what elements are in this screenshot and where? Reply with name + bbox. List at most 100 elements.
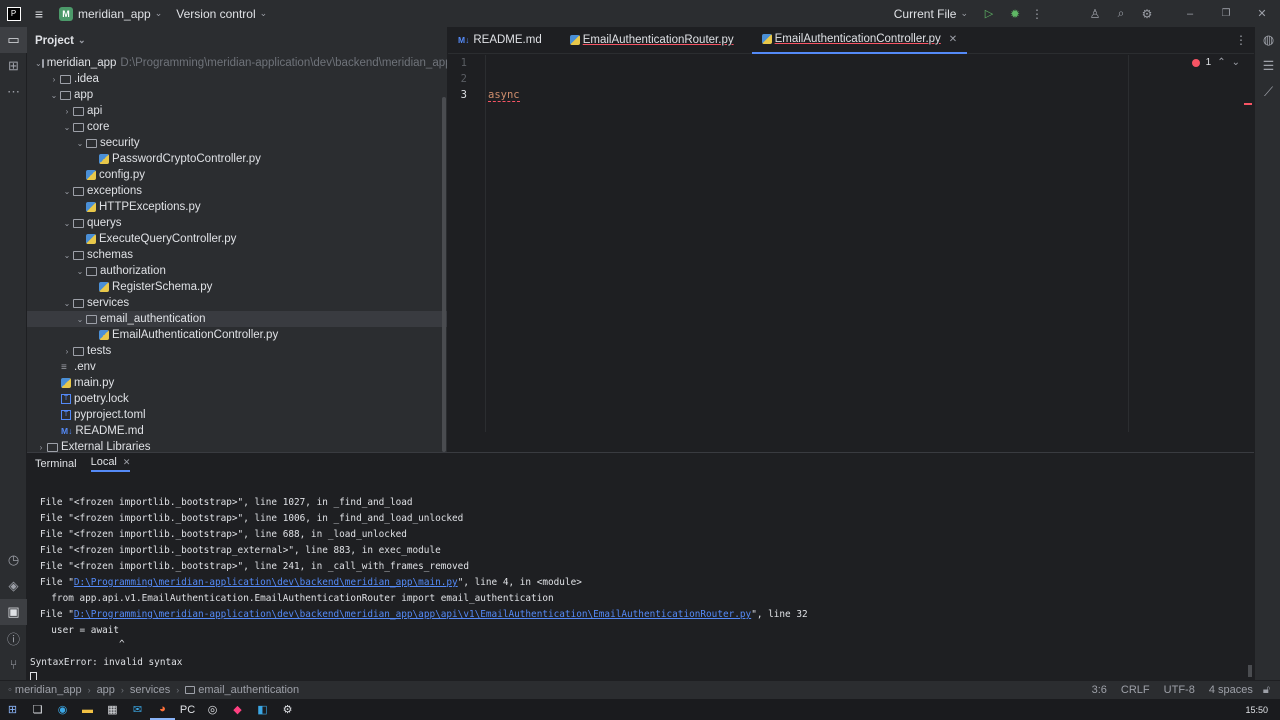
task-view-icon[interactable]: ❏ [25, 699, 50, 720]
settings-icon[interactable]: ⚙ [275, 699, 300, 720]
store-icon[interactable]: ▦ [100, 699, 125, 720]
chevron-up-icon[interactable]: ⌃ [1217, 57, 1225, 68]
start-menu-icon[interactable]: ⊞ [0, 699, 25, 720]
search-icon[interactable]: ⌕ [1108, 0, 1134, 27]
tree-item-registerschema[interactable]: RegisterSchema.py [27, 279, 447, 295]
tree-item-core[interactable]: ⌄ core [27, 119, 447, 135]
breadcrumb-item[interactable]: app [97, 684, 115, 696]
project-panel-header[interactable]: Project ⌄ [27, 27, 447, 54]
file-link-main[interactable]: D:\Programming\meridian-application\dev\… [74, 577, 458, 588]
file-encoding[interactable]: UTF-8 [1164, 684, 1195, 696]
tree-item-executequerycontroller[interactable]: ExecuteQueryController.py [27, 231, 447, 247]
more-actions-icon[interactable]: ⋮ [1026, 0, 1048, 27]
vcs-menu[interactable]: Version control ⌄ [176, 0, 267, 27]
git-branch-icon[interactable]: ⑂ [0, 651, 27, 677]
tree-item-api[interactable]: › api [27, 103, 447, 119]
chevron-down-icon[interactable]: ⌄ [1232, 57, 1240, 68]
tree-item-idea[interactable]: › .idea [27, 71, 447, 87]
close-tab-icon[interactable]: ✕ [123, 457, 131, 467]
tree-item-label: schemas [87, 249, 134, 261]
project-switcher[interactable]: M meridian_app ⌄ [59, 0, 162, 27]
services-icon[interactable]: ◷ [0, 547, 27, 573]
tree-root[interactable]: ⌄ meridian_app D:\Programming\meridian-a… [27, 55, 447, 71]
tree-item-passwordcryptocontroller[interactable]: PasswordCryptoController.py [27, 151, 447, 167]
caret-position[interactable]: 3:6 [1092, 684, 1107, 696]
maximize-window-icon[interactable]: ❐ [1208, 0, 1244, 27]
edge-browser-icon[interactable]: ◉ [50, 699, 75, 720]
terminal-line: File "D:\Programming\meridian-applicatio… [30, 575, 1244, 591]
code-area[interactable]: async [488, 55, 1254, 432]
terminal-line: File "<frozen importlib._bootstrap>", li… [40, 529, 407, 540]
tree-item-httpexceptions[interactable]: HTTPExceptions.py [27, 199, 447, 215]
tab-readme[interactable]: M↓ README.md [448, 27, 552, 54]
breadcrumb-item[interactable]: email_authentication [198, 684, 299, 696]
notifications-icon[interactable]: ◍ [1255, 27, 1280, 53]
tab-emailauthenticationrouter[interactable]: EmailAuthenticationRouter.py [560, 27, 744, 54]
tab-options-icon[interactable]: ⋮ [1228, 33, 1254, 47]
debug-icon[interactable]: ✹ [1004, 0, 1026, 27]
tree-item-poetry-lock[interactable]: T poetry.lock [27, 391, 447, 407]
project-scrollbar[interactable] [442, 97, 446, 452]
file-link-router[interactable]: D:\Programming\meridian-application\dev\… [74, 609, 751, 620]
tree-item-email-authentication[interactable]: ⌄ email_authentication [27, 311, 447, 327]
tree-item-schemas[interactable]: ⌄ schemas [27, 247, 447, 263]
problems-icon[interactable]: ⓘ [0, 625, 27, 651]
obs-icon[interactable]: ◎ [200, 699, 225, 720]
lock-icon[interactable]: 🔓︎ [1263, 684, 1270, 697]
error-stripe-marker[interactable] [1244, 103, 1252, 105]
tree-item-readme[interactable]: M↓ README.md [27, 423, 447, 439]
close-tab-icon[interactable]: ✕ [949, 34, 957, 45]
tab-emailauthenticationcontroller[interactable]: EmailAuthenticationController.py ✕ [751, 27, 968, 54]
tree-item-exceptions[interactable]: ⌄ exceptions [27, 183, 447, 199]
tree-item-config[interactable]: config.py [27, 167, 447, 183]
outlook-icon[interactable]: ◧ [250, 699, 275, 720]
structure-icon[interactable]: ⊞ [0, 53, 27, 79]
project-tree: ⌄ meridian_app D:\Programming\meridian-a… [27, 54, 447, 452]
line-number-gutter: 1 2 3 [448, 55, 486, 432]
run-icon[interactable]: ▷ [974, 0, 1004, 27]
tree-item-querys[interactable]: ⌄ querys [27, 215, 447, 231]
line-separator[interactable]: CRLF [1121, 684, 1150, 696]
tree-item-pyproject[interactable]: T pyproject.toml [27, 407, 447, 423]
ide-logo-icon[interactable]: P [0, 0, 27, 27]
indent-setting[interactable]: 4 spaces [1209, 684, 1253, 696]
close-window-icon[interactable]: ✕ [1244, 0, 1280, 27]
tree-item-label: .env [74, 361, 96, 373]
tree-item-external-libraries[interactable]: › External Libraries [27, 439, 447, 452]
folder-icon [86, 314, 97, 324]
tree-item-security[interactable]: ⌄ security [27, 135, 447, 151]
breadcrumb-item[interactable]: meridian_app [15, 684, 82, 696]
terminal-icon[interactable]: ▣ [0, 599, 27, 625]
terminal-line: user = await [40, 625, 120, 636]
more-tools-icon[interactable]: ⋯ [0, 79, 27, 105]
file-explorer-icon[interactable]: ▬ [75, 699, 100, 720]
tree-item-tests[interactable]: › tests [27, 343, 447, 359]
inspection-widget[interactable]: 1 ⌃ ⌄ [1191, 57, 1240, 68]
pycharm-icon[interactable]: PC [175, 699, 200, 720]
terminal-text: ", line 32 [751, 609, 808, 620]
tree-item-env[interactable]: ≡ .env [27, 359, 447, 375]
tree-item-main[interactable]: main.py [27, 375, 447, 391]
terminal-scrollbar[interactable] [1248, 665, 1252, 677]
tab-label: EmailAuthenticationController.py [774, 33, 941, 45]
minimize-window-icon[interactable]: – [1172, 0, 1208, 27]
tree-item-services[interactable]: ⌄ services [27, 295, 447, 311]
app-icon[interactable]: ◆ [225, 699, 250, 720]
run-config-selector[interactable]: Current File ⌄ [894, 0, 968, 27]
tree-item-authorization[interactable]: ⌄ authorization [27, 263, 447, 279]
project-folder-icon[interactable]: ▭ [0, 27, 27, 53]
main-menu-icon[interactable]: ≡ [27, 0, 51, 27]
database-icon[interactable]: ☰ [1255, 53, 1280, 79]
system-clock[interactable]: 15:50 [1245, 705, 1268, 715]
tab-local[interactable]: Local ✕ [90, 456, 131, 472]
mail-icon[interactable]: ✉ [125, 699, 150, 720]
layers-icon[interactable]: ◈ [0, 573, 27, 599]
add-user-icon[interactable]: ♙ [1082, 0, 1108, 27]
tree-item-app[interactable]: ⌄ app [27, 87, 447, 103]
tree-item-emailauthenticationcontroller[interactable]: EmailAuthenticationController.py [27, 327, 447, 343]
firefox-icon[interactable]: ◕ [150, 699, 175, 720]
markdown-file-icon: M↓ [61, 426, 73, 436]
breadcrumb-item[interactable]: services [130, 684, 170, 696]
settings-gear-icon[interactable]: ⚙ [1134, 0, 1160, 27]
sciview-icon[interactable]: ⟋ [1255, 79, 1280, 105]
